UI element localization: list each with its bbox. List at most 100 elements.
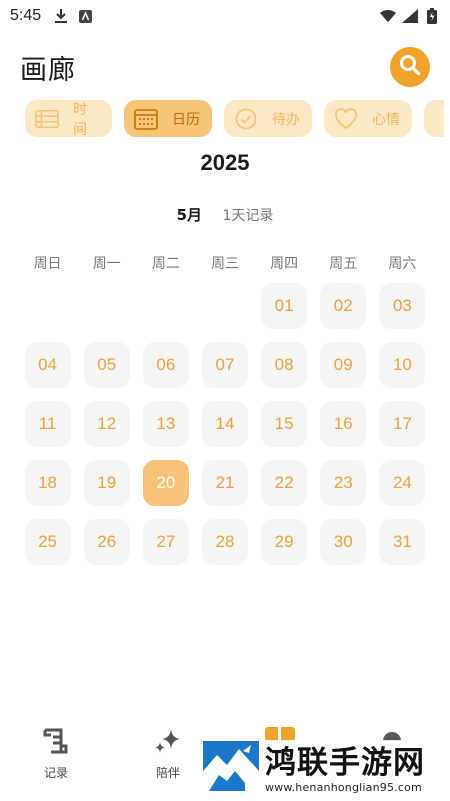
calendar-day[interactable]: 22 bbox=[261, 460, 308, 506]
calendar-day-cell: 29 bbox=[255, 519, 314, 565]
calendar-day[interactable]: 25 bbox=[24, 519, 71, 565]
calendar-day[interactable]: 10 bbox=[379, 342, 426, 388]
calendar-day-cell: 01 bbox=[255, 283, 314, 329]
calendar-day-cell: 05 bbox=[77, 342, 136, 388]
calendar-day-cell: 16 bbox=[314, 401, 373, 447]
tab-overflow[interactable] bbox=[424, 100, 444, 137]
calendar-day[interactable]: 27 bbox=[142, 519, 189, 565]
calendar-blank-cell bbox=[77, 283, 136, 329]
search-button[interactable] bbox=[390, 47, 430, 87]
status-time: 5:45 bbox=[10, 7, 42, 24]
battery-icon bbox=[424, 8, 440, 24]
month-row: 5月 1天记录 bbox=[0, 204, 450, 225]
nav-item-records[interactable]: 记录 bbox=[0, 720, 112, 801]
tab-label: 时间 bbox=[73, 101, 87, 138]
calendar-day-selected[interactable]: 20 bbox=[142, 460, 189, 506]
calendar-day[interactable]: 07 bbox=[201, 342, 248, 388]
calendar-day-cell: 27 bbox=[136, 519, 195, 565]
timeline-icon bbox=[35, 107, 59, 131]
calendar-day-cell: 22 bbox=[255, 460, 314, 506]
calendar-day[interactable]: 02 bbox=[320, 283, 367, 329]
weekday-fri: 周五 bbox=[329, 256, 358, 272]
weekday-thu: 周四 bbox=[270, 256, 299, 272]
calendar-day[interactable]: 08 bbox=[261, 342, 308, 388]
calendar-day-cell: 19 bbox=[77, 460, 136, 506]
tab-mood[interactable]: 心情 bbox=[324, 100, 412, 137]
calendar-day[interactable]: 14 bbox=[201, 401, 248, 447]
calendar-day-cell: 13 bbox=[136, 401, 195, 447]
calendar-day-cell: 11 bbox=[18, 401, 77, 447]
calendar-day-cell: 20 bbox=[136, 460, 195, 506]
calendar-day-cell: 17 bbox=[373, 401, 432, 447]
calendar-day[interactable]: 16 bbox=[320, 401, 367, 447]
calendar-day[interactable]: 09 bbox=[320, 342, 367, 388]
search-icon bbox=[399, 54, 421, 80]
calendar-day-cell: 25 bbox=[18, 519, 77, 565]
calendar-day[interactable]: 30 bbox=[320, 519, 367, 565]
calendar-icon bbox=[134, 107, 158, 131]
calendar-blank-cell bbox=[18, 283, 77, 329]
calendar-day-cell: 24 bbox=[373, 460, 432, 506]
calendar-day[interactable]: 26 bbox=[83, 519, 130, 565]
check-circle-icon bbox=[234, 107, 258, 131]
status-bar: 5:45 bbox=[0, 0, 450, 32]
calendar-day-cell: 30 bbox=[314, 519, 373, 565]
sparkle-icon bbox=[153, 726, 183, 760]
wifi-icon bbox=[380, 8, 396, 24]
watermark-title: 鸿联手游网 bbox=[265, 744, 425, 781]
calendar-day[interactable]: 21 bbox=[201, 460, 248, 506]
calendar-day-cell: 15 bbox=[255, 401, 314, 447]
tab-calendar[interactable]: 日历 bbox=[124, 100, 212, 137]
signal-icon bbox=[402, 8, 418, 24]
calendar-day[interactable]: 17 bbox=[379, 401, 426, 447]
calendar-day-cell: 04 bbox=[18, 342, 77, 388]
calendar-day-cell: 10 bbox=[373, 342, 432, 388]
calendar-day[interactable]: 13 bbox=[142, 401, 189, 447]
weekday-sun: 周日 bbox=[33, 256, 62, 272]
calendar-day[interactable]: 12 bbox=[83, 401, 130, 447]
calendar-day-cell: 07 bbox=[195, 342, 254, 388]
page-title: 画廊 bbox=[20, 54, 76, 86]
calendar-day[interactable]: 24 bbox=[379, 460, 426, 506]
calendar-day[interactable]: 15 bbox=[261, 401, 308, 447]
tab-timeline[interactable]: 时间 bbox=[25, 100, 112, 138]
calendar-day-cell: 03 bbox=[373, 283, 432, 329]
calendar-day[interactable]: 06 bbox=[142, 342, 189, 388]
tab-todo[interactable]: 待办 bbox=[224, 100, 312, 137]
watermark-url: www.henanhonglian95.com bbox=[265, 780, 422, 794]
calendar-day-cell: 18 bbox=[18, 460, 77, 506]
calendar-day[interactable]: 11 bbox=[24, 401, 71, 447]
calendar-day-cell: 28 bbox=[195, 519, 254, 565]
calendar-day[interactable]: 23 bbox=[320, 460, 367, 506]
weekday-tue: 周二 bbox=[151, 256, 180, 272]
calendar-day[interactable]: 01 bbox=[261, 283, 308, 329]
calendar-day-cell: 09 bbox=[314, 342, 373, 388]
calendar-blank-cell bbox=[136, 283, 195, 329]
nav-label: 记录 bbox=[43, 766, 68, 780]
calendar-day-cell: 23 bbox=[314, 460, 373, 506]
calendar-day-cell: 02 bbox=[314, 283, 373, 329]
weekday-wed: 周三 bbox=[210, 256, 239, 272]
calendar-day[interactable]: 31 bbox=[379, 519, 426, 565]
calendar-blank-cell bbox=[195, 283, 254, 329]
calendar-day[interactable]: 19 bbox=[83, 460, 130, 506]
download-icon bbox=[53, 8, 69, 24]
nav-label: 陪伴 bbox=[155, 766, 180, 780]
calendar-day[interactable]: 05 bbox=[83, 342, 130, 388]
calendar-day[interactable]: 18 bbox=[24, 460, 71, 506]
watermark-logo bbox=[203, 741, 259, 797]
calendar-day-cell: 26 bbox=[77, 519, 136, 565]
calendar-day[interactable]: 29 bbox=[261, 519, 308, 565]
weekday-sat: 周六 bbox=[388, 256, 417, 272]
calendar-day[interactable]: 03 bbox=[379, 283, 426, 329]
record-count: 1天记录 bbox=[222, 208, 274, 224]
category-tabs: 时间 日历 待办 心情 bbox=[25, 100, 450, 138]
calendar-day[interactable]: 28 bbox=[201, 519, 248, 565]
heart-icon bbox=[334, 107, 358, 131]
weekday-header: 周日 周一 周二 周三 周四 周五 周六 bbox=[18, 253, 432, 273]
calendar-day-cell: 12 bbox=[77, 401, 136, 447]
month-label[interactable]: 5月 bbox=[177, 206, 202, 224]
weekday-mon: 周一 bbox=[92, 256, 121, 272]
calendar-day[interactable]: 04 bbox=[24, 342, 71, 388]
calendar-day-cell: 21 bbox=[195, 460, 254, 506]
